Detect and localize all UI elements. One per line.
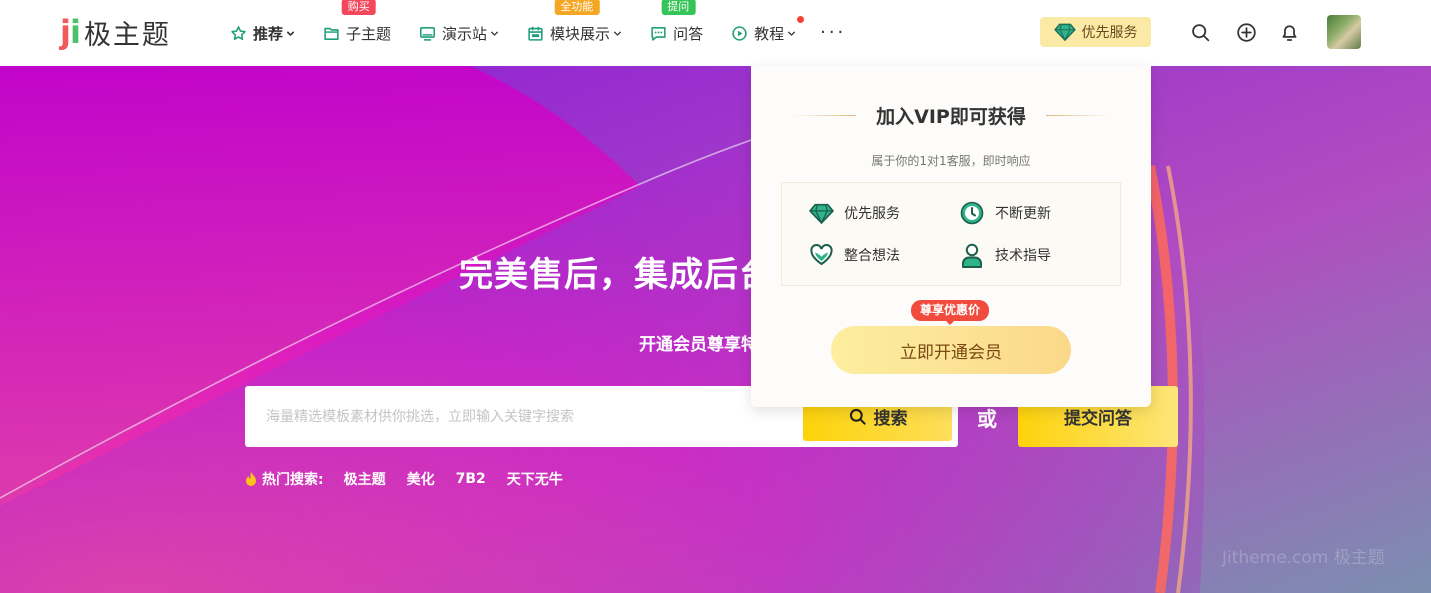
hot-search-link[interactable]: 7B2: [456, 471, 486, 487]
nav-item-qa[interactable]: 提问 问答: [650, 0, 703, 66]
play-icon: [731, 25, 748, 42]
chevron-down-icon: [613, 29, 622, 38]
nav-item-child-theme[interactable]: 购买 子主题: [323, 0, 391, 66]
vip-feature: 优先服务: [808, 200, 900, 226]
heart-icon: [808, 242, 834, 268]
search-icon[interactable]: [1189, 21, 1211, 43]
nav-badge: 全功能: [554, 0, 600, 15]
logo-text: 极主题: [83, 19, 171, 51]
top-header: ji 极主题 推荐 购买 子主题 演示站 全功能 模块展示 提问 问答 教程 ·…: [0, 0, 1431, 66]
open-membership-button[interactable]: 立即开通会员: [831, 326, 1071, 374]
priority-service-label: 优先服务: [1081, 25, 1138, 41]
hot-search-link[interactable]: 天下无牛: [507, 469, 563, 489]
search-input[interactable]: [245, 386, 805, 447]
vip-subtitle: 属于你的1对1客服，即时响应: [871, 154, 1031, 168]
divider: [1045, 115, 1110, 116]
vip-features: 优先服务 不断更新 整合想法 技术指导: [781, 182, 1121, 286]
search-button-label: 搜索: [873, 409, 908, 429]
chevron-down-icon: [490, 29, 499, 38]
vip-title: 加入VIP即可获得: [876, 106, 1026, 128]
hot-searches: 热门搜索: 极主题 美化 7B2 天下无牛: [244, 469, 584, 489]
hot-search-label: 热门搜索:: [262, 472, 324, 488]
nav-label: 教程: [754, 24, 785, 43]
nav-more-button[interactable]: ···: [820, 0, 846, 66]
bell-icon[interactable]: [1278, 21, 1300, 43]
star-icon: [230, 25, 247, 42]
calendar-icon: [527, 25, 544, 42]
discount-tag: 尊享优惠价: [911, 300, 990, 325]
nav-label: 模块展示: [550, 24, 611, 43]
chevron-down-icon: [787, 29, 796, 38]
vip-feature-label: 不断更新: [995, 206, 1051, 222]
vip-feature: 整合想法: [808, 242, 900, 268]
site-logo[interactable]: ji 极主题: [60, 12, 171, 52]
more-icon: ···: [820, 22, 847, 43]
chat-icon: [650, 25, 667, 42]
search-icon: [848, 407, 867, 426]
vip-feature-label: 优先服务: [844, 206, 900, 222]
folder-icon: [323, 25, 340, 42]
hero-section: 完美售后，集成后台 开通会员尊享特权 搜索 或 提交问答 热门搜索: 极主题 美…: [0, 66, 1431, 593]
hero-title: 完美售后，集成后台: [459, 255, 774, 295]
diamond-icon: [1053, 23, 1076, 41]
nav-badge: 购买: [341, 0, 376, 15]
main-nav: 推荐 购买 子主题 演示站 全功能 模块展示 提问 问答 教程 ···: [230, 0, 874, 66]
vip-dropdown: 加入VIP即可获得 属于你的1对1客服，即时响应 优先服务 不断更新 整合想法: [751, 66, 1151, 407]
nav-item-modules[interactable]: 全功能 模块展示: [527, 0, 622, 66]
clock-icon: [959, 200, 985, 226]
fire-icon: [244, 471, 258, 487]
divider: [792, 115, 857, 116]
hot-search-link[interactable]: 极主题: [344, 469, 386, 489]
vip-feature: 技术指导: [959, 242, 1051, 268]
diamond-icon: [808, 200, 834, 226]
hot-search-link[interactable]: 美化: [407, 469, 435, 489]
nav-label: 演示站: [442, 24, 488, 43]
notification-dot: [797, 16, 805, 23]
nav-label: 子主题: [346, 24, 392, 43]
user-icon: [959, 242, 985, 268]
nav-item-recommend[interactable]: 推荐: [230, 0, 295, 66]
chevron-down-icon: [286, 29, 295, 38]
user-avatar[interactable]: [1327, 15, 1361, 49]
monitor-icon: [419, 25, 436, 42]
add-icon[interactable]: [1235, 21, 1257, 43]
vip-feature: 不断更新: [959, 200, 1051, 226]
vip-feature-label: 整合想法: [844, 248, 900, 264]
vip-title-row: 加入VIP即可获得: [751, 102, 1151, 129]
logo-mark: ji: [60, 13, 81, 51]
nav-badge: 提问: [661, 0, 696, 15]
or-divider: 或: [977, 407, 997, 431]
priority-service-button[interactable]: 优先服务: [1040, 17, 1151, 47]
vip-feature-label: 技术指导: [995, 248, 1051, 264]
watermark: Jitheme.com 极主题: [1222, 548, 1385, 568]
nav-label: 问答: [673, 24, 704, 43]
nav-item-tutorial[interactable]: 教程: [731, 0, 805, 66]
nav-item-demo-site[interactable]: 演示站: [419, 0, 499, 66]
nav-label: 推荐: [253, 24, 284, 43]
